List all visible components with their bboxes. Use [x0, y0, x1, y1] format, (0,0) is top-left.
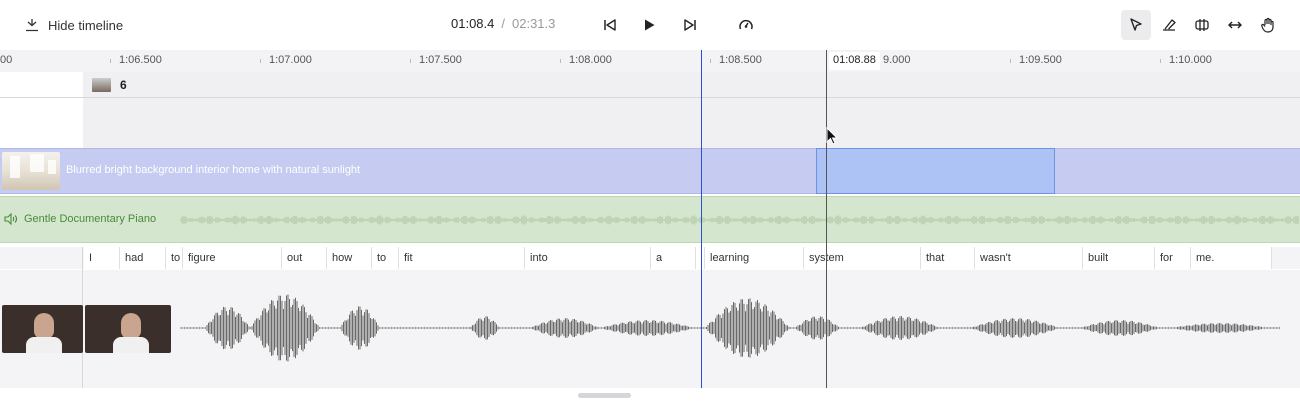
transcript-word[interactable]: how — [327, 247, 372, 269]
skip-forward-button[interactable] — [678, 13, 702, 37]
eraser-tool-icon — [1163, 19, 1176, 31]
horizontal-scrollbar-handle[interactable] — [578, 393, 631, 398]
pointer-tool-icon — [1130, 18, 1142, 31]
ruler-tick: 1:06.500 — [110, 54, 162, 66]
transcript-word[interactable]: me. — [1191, 247, 1272, 269]
speed-icon — [739, 19, 753, 30]
stretch-tool-button[interactable] — [1223, 13, 1247, 37]
hide-timeline-label: Hide timeline — [48, 17, 124, 33]
camera-clip-thumbnail — [2, 305, 83, 353]
skip-back-button[interactable] — [598, 13, 622, 37]
timeline-footer — [0, 388, 1300, 404]
music-track-label: Gentle Documentary Piano — [24, 213, 157, 225]
transcript-word[interactable]: wasn't — [975, 247, 1083, 269]
scene-number: 6 — [120, 78, 127, 92]
scene-header-row — [0, 72, 1300, 98]
playback-speed-button[interactable] — [734, 13, 758, 37]
hover-line — [826, 50, 827, 388]
scene-thumbnail — [92, 78, 111, 92]
transcript-word[interactable]: figure — [183, 247, 282, 269]
time-separator: / — [501, 16, 505, 31]
hover-time-label: 01:08.88 — [829, 52, 880, 70]
ruler-tick: 1:09.500 — [1010, 54, 1062, 66]
playhead[interactable] — [701, 50, 702, 388]
hide-timeline-icon — [25, 18, 39, 32]
transcript-word[interactable]: learning — [705, 247, 804, 269]
ruler-tick: 9.000 — [874, 54, 911, 66]
music-waveform — [180, 215, 1299, 225]
transcript-word[interactable]: had — [120, 247, 166, 269]
video-selection-region[interactable] — [816, 148, 1055, 194]
play-button[interactable] — [637, 13, 661, 37]
video-clip-label: Blurred bright background interior home … — [66, 164, 361, 176]
hand-tool-icon — [1261, 17, 1274, 33]
hide-timeline-button[interactable]: Hide timeline — [25, 15, 123, 35]
ruler-tick: 1:07.500 — [410, 54, 462, 66]
time-ruler[interactable]: 00 1:06.500 1:07.000 1:07.500 1:08.000 1… — [0, 50, 1300, 72]
transcript-word[interactable]: a — [651, 247, 696, 269]
voice-waveform — [180, 294, 1280, 362]
eraser-tool-button[interactable] — [1157, 13, 1181, 37]
camera-clip-thumbnail — [85, 305, 171, 353]
ruler-tick: 1:08.500 — [710, 54, 762, 66]
skip-forward-icon — [684, 19, 696, 31]
total-time: 02:31.3 — [512, 16, 556, 31]
stretch-tool-icon — [1228, 21, 1242, 29]
transcript-word[interactable]: for — [1155, 247, 1191, 269]
trim-tool-icon — [1195, 19, 1209, 31]
ruler-tick: 1:10.000 — [1160, 54, 1212, 66]
current-time: 01:08.4 — [451, 16, 495, 31]
trim-tool-button[interactable] — [1190, 13, 1214, 37]
speaker-icon[interactable] — [4, 213, 18, 225]
transcript-word[interactable]: to — [372, 247, 399, 269]
transcript-word[interactable]: to — [166, 247, 183, 269]
ruler-tick: 00 — [0, 54, 13, 66]
transcript-word[interactable]: that — [921, 247, 975, 269]
transcript-word[interactable]: I — [84, 247, 120, 269]
music-track[interactable] — [0, 196, 1300, 243]
skip-back-icon — [604, 19, 616, 31]
transcript-word[interactable]: fit — [399, 247, 525, 269]
video-clip-thumbnail — [2, 152, 60, 190]
time-display: 01:08.4 / 02:31.3 — [451, 16, 555, 31]
transcript-word[interactable]: system — [804, 247, 921, 269]
voice-track[interactable] — [0, 270, 1300, 388]
hand-tool-button[interactable] — [1256, 13, 1280, 37]
play-icon — [645, 19, 655, 31]
transcript-word[interactable]: into — [525, 247, 651, 269]
pointer-tool-button[interactable] — [1121, 10, 1151, 40]
ruler-tick: 1:08.000 — [560, 54, 612, 66]
ruler-tick: 1:07.000 — [260, 54, 312, 66]
transcript-word[interactable]: built — [1083, 247, 1155, 269]
mouse-cursor-icon — [826, 127, 838, 145]
transcript-word[interactable]: out — [282, 247, 327, 269]
